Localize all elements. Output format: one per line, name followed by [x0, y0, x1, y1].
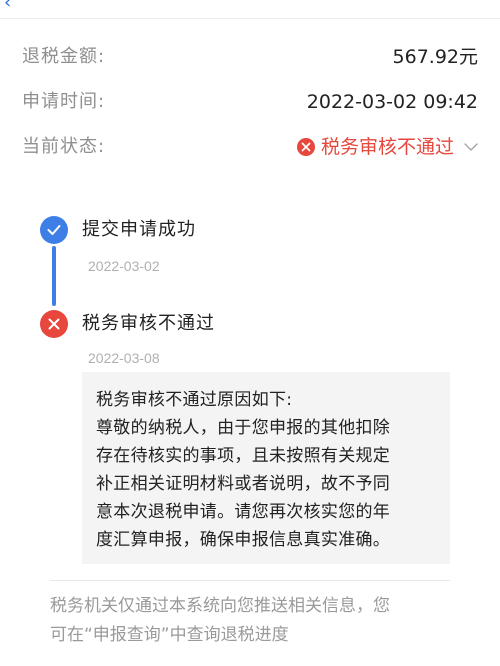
current-status-label: 当前状态: — [22, 136, 106, 157]
status-value: 税务审核不通过 — [320, 136, 454, 158]
back-arrow-icon[interactable]: ‹ — [4, 0, 11, 12]
refund-amount-row: 退税金额: 567.92元 — [22, 40, 478, 74]
reason-line: 税务审核不通过原因如下: — [96, 390, 293, 410]
refund-amount-value: 567.92元 — [392, 46, 478, 68]
rejection-reason-box: 税务审核不通过原因如下: 尊敬的纳税人，由于您申报的其他扣除 存在待核实的事项，… — [82, 372, 450, 564]
timeline-step-date: 2022-03-02 — [88, 258, 160, 274]
reason-line: 补正相关证明材料或者说明，故不予同 — [96, 474, 391, 494]
chevron-down-icon[interactable] — [464, 140, 478, 154]
top-bar: ‹ — [0, 0, 500, 18]
refund-amount-label: 退税金额: — [22, 46, 106, 67]
apply-time-row: 申请时间: 2022-03-02 09:42 — [22, 85, 478, 119]
footer-notice: 税务机关仅通过本系统向您推送相关信息，您 可在“申报查询”中查询退税进度 — [50, 592, 460, 650]
timeline-step-title: 税务审核不通过 — [82, 313, 215, 334]
timeline-step-date: 2022-03-08 — [88, 350, 160, 366]
top-divider — [0, 18, 500, 19]
apply-time-value: 2022-03-02 09:42 — [306, 91, 478, 113]
status-dropdown[interactable]: 税务审核不通过 — [296, 130, 478, 164]
apply-time-label: 申请时间: — [22, 91, 106, 112]
footer-line: 可在“申报查询”中查询退税进度 — [50, 625, 289, 645]
footer-divider — [50, 580, 450, 581]
current-status-row[interactable]: 当前状态: 税务审核不通过 — [22, 130, 478, 164]
reason-line: 意本次退税申请。请您再次核实您的年 — [96, 502, 391, 522]
check-icon — [40, 216, 68, 244]
timeline-step-title: 提交申请成功 — [82, 219, 196, 240]
close-icon — [40, 310, 68, 338]
reason-line: 度汇算申报，确保申报信息真实准确。 — [96, 530, 391, 550]
footer-line: 税务机关仅通过本系统向您推送相关信息，您 — [50, 596, 390, 616]
reason-line: 尊敬的纳税人，由于您申报的其他扣除 — [96, 418, 391, 438]
reason-line: 存在待核实的事项，且未按照有关规定 — [96, 446, 391, 466]
timeline-connector — [52, 246, 56, 306]
error-circle-icon — [296, 138, 315, 156]
